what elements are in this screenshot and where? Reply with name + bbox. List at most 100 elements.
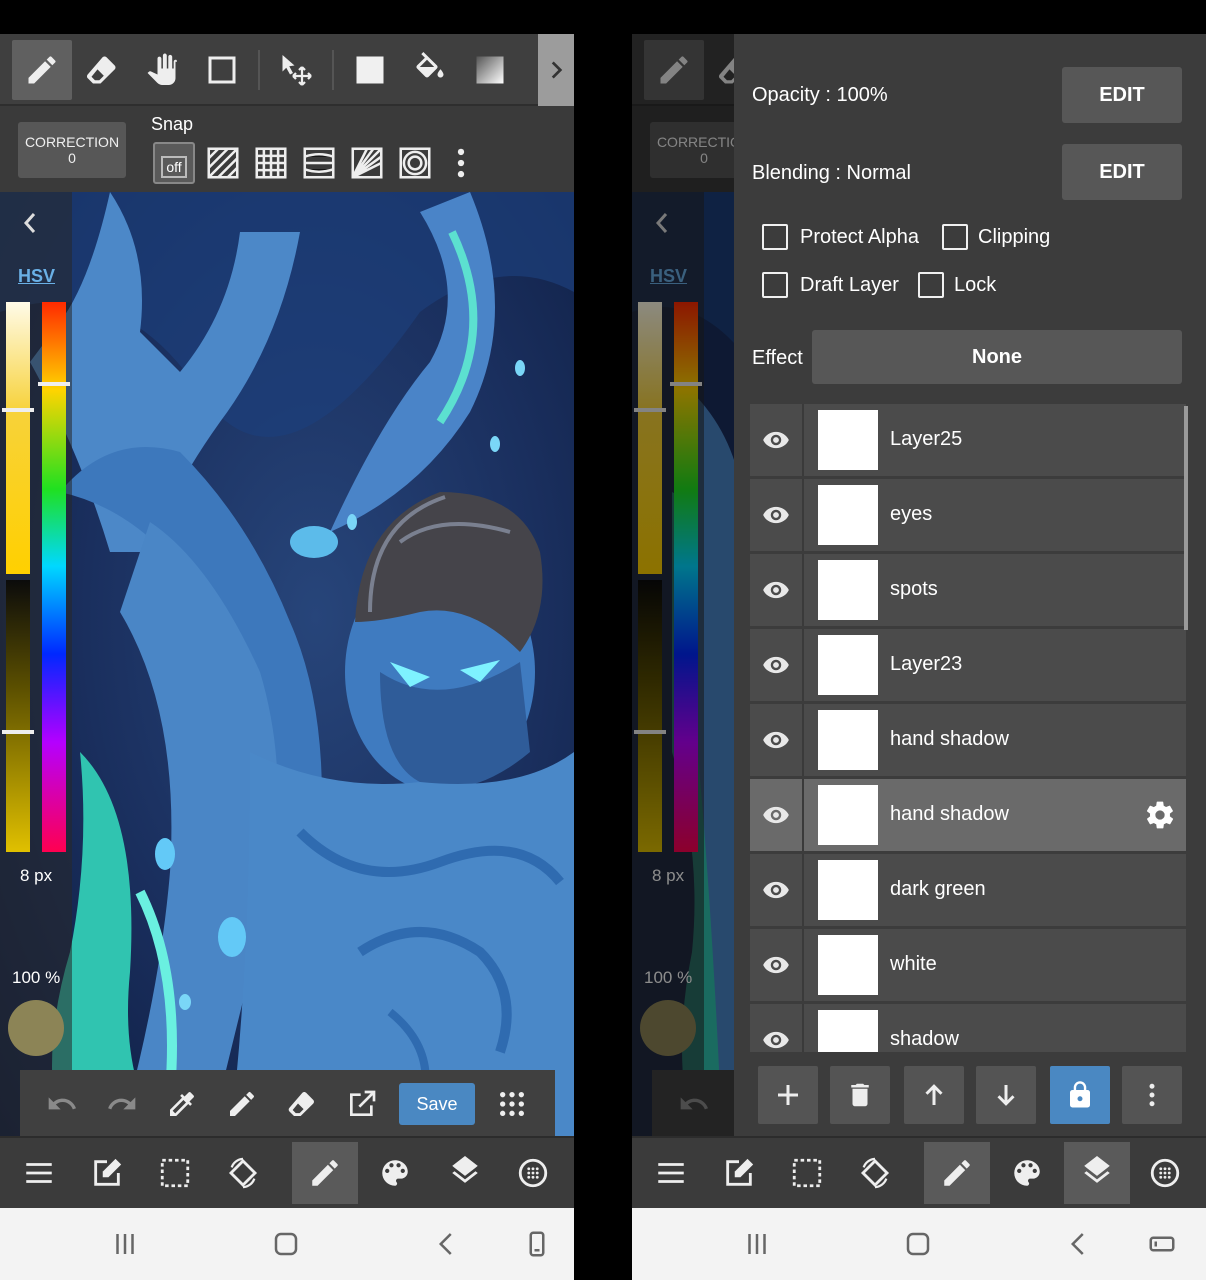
value-slider-handle[interactable] xyxy=(2,408,34,412)
drawing-canvas[interactable]: HSV 8 px 100 % xyxy=(0,192,574,1136)
export-button[interactable] xyxy=(342,1084,382,1124)
layer-row[interactable]: eyes xyxy=(750,479,1186,551)
lock-checkbox[interactable] xyxy=(918,272,944,298)
hand-tool-button[interactable] xyxy=(132,40,192,100)
lock-layer-button[interactable] xyxy=(1050,1066,1110,1124)
menu-button[interactable] xyxy=(6,1142,72,1204)
save-button[interactable]: Save xyxy=(399,1083,475,1125)
menu-button[interactable] xyxy=(638,1142,704,1204)
back-button[interactable] xyxy=(429,1226,465,1262)
gradient-tool-button[interactable] xyxy=(460,40,520,100)
lock-label: Lock xyxy=(954,274,997,296)
select-rect-tool-button[interactable] xyxy=(192,40,252,100)
back-button[interactable] xyxy=(1061,1226,1097,1262)
layer-row[interactable]: Layer25 xyxy=(750,404,1186,476)
fill-rect-tool-button[interactable] xyxy=(340,40,400,100)
rotate-screen-button[interactable] xyxy=(519,1226,555,1262)
snap-more-button[interactable] xyxy=(440,142,482,184)
move-layer-up-button[interactable] xyxy=(904,1066,964,1124)
home-button[interactable] xyxy=(268,1226,304,1262)
layer-visibility-toggle[interactable] xyxy=(750,1004,804,1052)
layer-list[interactable]: shadow white dark green hand shadow hand sha… xyxy=(750,404,1188,1052)
protect-alpha-checkbox[interactable] xyxy=(762,224,788,250)
layer-visibility-toggle[interactable] xyxy=(750,404,804,476)
blending-edit-button[interactable]: EDIT xyxy=(1062,144,1182,200)
recent-apps-button[interactable] xyxy=(739,1226,775,1262)
rotate-canvas-button[interactable] xyxy=(210,1142,276,1204)
hue-slider-handle[interactable] xyxy=(38,382,70,386)
snap-circle-button[interactable] xyxy=(394,142,436,184)
saturation-slider[interactable] xyxy=(6,580,30,852)
quick-pen-button[interactable] xyxy=(222,1084,262,1124)
quick-menu-button[interactable] xyxy=(492,1084,532,1124)
layer-visibility-toggle[interactable] xyxy=(750,704,804,776)
layer-visibility-toggle[interactable] xyxy=(750,554,804,626)
layer-row[interactable]: dark green xyxy=(750,854,1186,926)
material-tab-button[interactable] xyxy=(1132,1142,1198,1204)
value-slider[interactable] xyxy=(6,302,30,574)
layer-list-scrollbar[interactable] xyxy=(1184,406,1188,630)
layers-tab-button[interactable] xyxy=(432,1142,498,1204)
snap-parallel-button[interactable] xyxy=(202,142,244,184)
effect-label: Effect xyxy=(752,347,803,369)
recent-apps-button[interactable] xyxy=(107,1226,143,1262)
layer-row[interactable]: spots xyxy=(750,554,1186,626)
snap-radial-button[interactable] xyxy=(346,142,388,184)
layers-tab-button[interactable] xyxy=(1064,1142,1130,1204)
brush-tab-button[interactable] xyxy=(292,1142,358,1204)
bucket-tool-button[interactable] xyxy=(400,40,460,100)
move-tool-button[interactable] xyxy=(266,40,326,100)
delete-layer-button[interactable] xyxy=(830,1066,890,1124)
hsv-mode-toggle[interactable]: HSV xyxy=(18,266,55,287)
brush-tool-button[interactable] xyxy=(12,40,72,100)
chevron-left-icon[interactable] xyxy=(18,208,42,238)
toolbar-expand-button[interactable] xyxy=(538,34,574,106)
selection-button[interactable] xyxy=(142,1142,208,1204)
selection-button[interactable] xyxy=(774,1142,840,1204)
rotate-canvas-button[interactable] xyxy=(842,1142,908,1204)
layer-row[interactable]: shadow xyxy=(750,1004,1186,1052)
undo-button[interactable] xyxy=(42,1084,82,1124)
color-tab-button[interactable] xyxy=(994,1142,1060,1204)
color-tab-button[interactable] xyxy=(362,1142,428,1204)
layer-visibility-toggle[interactable] xyxy=(750,629,804,701)
eye-icon xyxy=(763,1031,789,1049)
gear-icon[interactable] xyxy=(1144,799,1176,831)
eraser-tool-button[interactable] xyxy=(72,40,132,100)
effect-select-button[interactable]: None xyxy=(812,330,1182,384)
snap-horizontal-button[interactable] xyxy=(298,142,340,184)
material-tab-button[interactable] xyxy=(500,1142,566,1204)
paint-bucket-icon xyxy=(416,52,444,78)
layer-row[interactable]: hand shadow xyxy=(750,704,1186,776)
move-layer-down-button[interactable] xyxy=(976,1066,1036,1124)
home-button[interactable] xyxy=(900,1226,936,1262)
layer-thumbnail xyxy=(818,785,878,845)
quick-eraser-button[interactable] xyxy=(282,1084,322,1124)
clipping-checkbox[interactable] xyxy=(942,224,968,250)
snap-grid-button[interactable] xyxy=(250,142,292,184)
brush-opacity-label[interactable]: 100 % xyxy=(12,968,60,988)
pen-icon xyxy=(28,56,56,84)
brush-tab-button[interactable] xyxy=(924,1142,990,1204)
layer-row[interactable]: white xyxy=(750,929,1186,1001)
brush-size-label[interactable]: 8 px xyxy=(20,866,52,886)
saturation-slider-handle[interactable] xyxy=(2,730,34,734)
layer-visibility-toggle[interactable] xyxy=(750,779,804,851)
correction-button[interactable]: CORRECTION 0 xyxy=(18,122,126,178)
layer-visibility-toggle[interactable] xyxy=(750,929,804,1001)
snap-off-button[interactable]: off xyxy=(153,142,195,184)
layer-row[interactable]: Layer23 xyxy=(750,629,1186,701)
edit-canvas-button[interactable] xyxy=(706,1142,772,1204)
redo-button[interactable] xyxy=(102,1084,142,1124)
draft-layer-checkbox[interactable] xyxy=(762,272,788,298)
rotate-screen-button[interactable] xyxy=(1144,1226,1180,1262)
opacity-edit-button[interactable]: EDIT xyxy=(1062,67,1182,123)
layer-visibility-toggle[interactable] xyxy=(750,479,804,551)
layer-more-button[interactable] xyxy=(1122,1066,1182,1124)
eyedropper-button[interactable] xyxy=(162,1084,202,1124)
edit-canvas-button[interactable] xyxy=(74,1142,140,1204)
layer-row[interactable]: hand shadow xyxy=(750,779,1186,851)
add-layer-button[interactable] xyxy=(758,1066,818,1124)
current-color-swatch[interactable] xyxy=(8,1000,64,1056)
layer-visibility-toggle[interactable] xyxy=(750,854,804,926)
